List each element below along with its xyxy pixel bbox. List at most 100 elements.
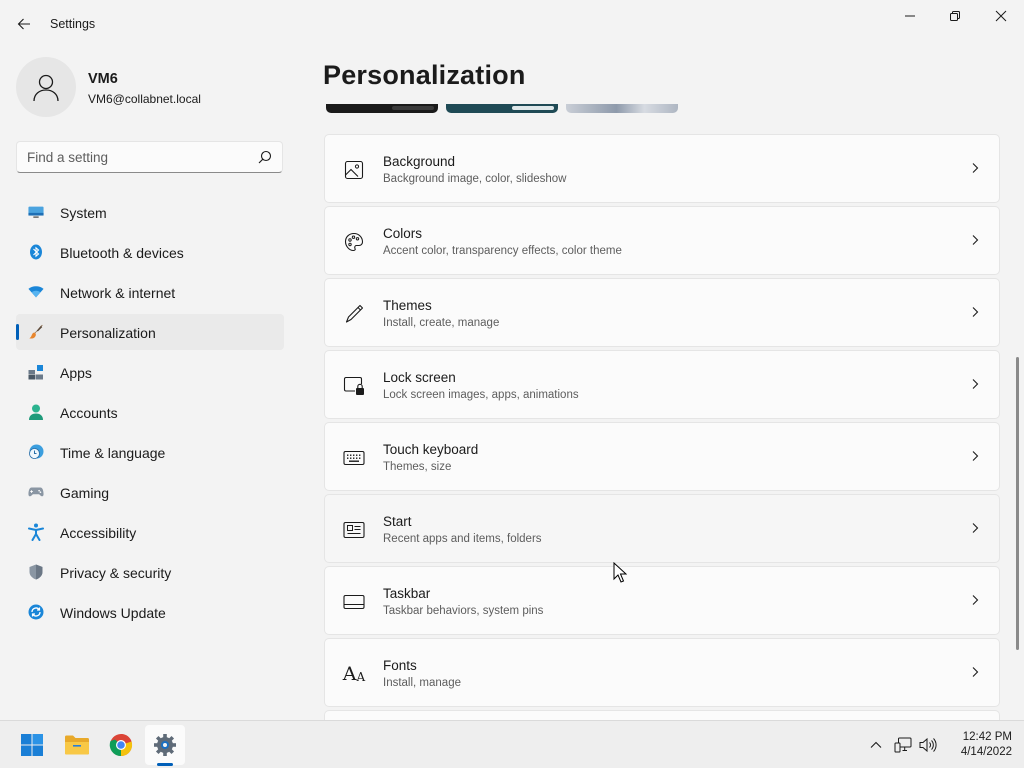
card-colors[interactable]: Colors Accent color, transparency effect… xyxy=(324,206,1000,275)
card-subtitle: Background image, color, slideshow xyxy=(383,173,567,185)
shield-icon xyxy=(28,564,44,580)
chrome-icon xyxy=(109,733,133,757)
volume-tray-button[interactable] xyxy=(918,735,938,755)
search-input[interactable] xyxy=(17,142,247,172)
close-button[interactable] xyxy=(978,0,1024,32)
active-app-indicator xyxy=(157,763,173,766)
back-button[interactable] xyxy=(10,10,38,38)
chrome-button[interactable] xyxy=(101,725,141,765)
card-subtitle: Themes, size xyxy=(383,461,452,473)
folder-icon xyxy=(65,735,89,755)
clock-date: 4/14/2022 xyxy=(960,746,1012,758)
windows-logo-icon xyxy=(21,734,43,756)
start-button[interactable] xyxy=(12,725,52,765)
chevron-up-icon xyxy=(870,741,882,748)
sidebar-item-personalization[interactable]: Personalization xyxy=(16,314,284,350)
sidebar-item-bluetooth[interactable]: Bluetooth & devices xyxy=(16,234,284,270)
avatar[interactable] xyxy=(16,57,76,117)
update-icon xyxy=(28,604,44,620)
card-taskbar[interactable]: Taskbar Taskbar behaviors, system pins xyxy=(324,566,1000,635)
speaker-icon xyxy=(919,737,937,753)
card-title: Lock screen xyxy=(383,370,456,385)
card-title: Colors xyxy=(383,226,423,241)
chevron-right-icon xyxy=(972,307,979,317)
card-title: Start xyxy=(383,514,412,529)
fonts-icon: AA xyxy=(343,663,365,685)
file-explorer-button[interactable] xyxy=(57,725,97,765)
app-title: Settings xyxy=(50,17,96,31)
palette-icon xyxy=(343,231,365,253)
minimize-icon xyxy=(905,15,915,17)
chevron-right-icon xyxy=(972,667,979,677)
search-icon[interactable] xyxy=(258,150,272,164)
chevron-right-icon xyxy=(972,163,979,173)
restore-icon xyxy=(950,11,960,21)
time-language-icon xyxy=(28,444,44,460)
chevron-right-icon xyxy=(972,595,979,605)
sidebar-item-gaming[interactable]: Gaming xyxy=(16,474,284,510)
sidebar-item-label: Time & language xyxy=(60,445,166,461)
card-lock-screen[interactable]: Lock screen Lock screen images, apps, an… xyxy=(324,350,1000,419)
sidebar-item-label: Gaming xyxy=(60,485,110,501)
user-name: VM6 xyxy=(88,71,118,87)
sidebar-item-accessibility[interactable]: Accessibility xyxy=(16,514,284,550)
sidebar-item-label: Accessibility xyxy=(60,525,137,541)
restore-button[interactable] xyxy=(932,0,978,32)
user-icon xyxy=(33,74,59,102)
theme-thumbnail[interactable] xyxy=(446,104,558,113)
sidebar-item-label: Accounts xyxy=(60,405,118,421)
image-icon xyxy=(343,159,365,181)
chevron-right-icon xyxy=(972,379,979,389)
card-title: Touch keyboard xyxy=(383,442,479,457)
card-next-partial[interactable] xyxy=(324,710,1000,720)
card-subtitle: Lock screen images, apps, animations xyxy=(383,389,579,401)
card-background[interactable]: Background Background image, color, slid… xyxy=(324,134,1000,203)
sidebar-item-apps[interactable]: Apps xyxy=(16,354,284,390)
pen-icon xyxy=(343,303,365,325)
theme-thumbnail[interactable] xyxy=(326,104,438,113)
sidebar-item-label: Apps xyxy=(60,365,92,381)
card-title: Taskbar xyxy=(383,586,431,601)
sidebar-item-windows-update[interactable]: Windows Update xyxy=(16,594,284,630)
card-subtitle: Taskbar behaviors, system pins xyxy=(383,605,544,617)
wifi-icon xyxy=(28,284,44,300)
card-subtitle: Install, create, manage xyxy=(383,317,500,329)
chevron-right-icon xyxy=(972,451,979,461)
card-fonts[interactable]: AA Fonts Install, manage xyxy=(324,638,1000,707)
theme-thumbnail[interactable] xyxy=(566,104,678,113)
taskbar-clock[interactable]: 12:42 PM 4/14/2022 xyxy=(942,730,1012,760)
taskbar-icon xyxy=(343,591,365,613)
sidebar-item-privacy[interactable]: Privacy & security xyxy=(16,554,284,590)
sidebar-item-accounts[interactable]: Accounts xyxy=(16,394,284,430)
settings-taskbar-button[interactable] xyxy=(145,725,185,765)
show-hidden-icons-button[interactable] xyxy=(866,735,886,755)
scrollbar-thumb[interactable] xyxy=(1016,357,1019,650)
card-title: Themes xyxy=(383,298,432,313)
minimize-button[interactable] xyxy=(887,0,933,32)
keyboard-icon xyxy=(343,447,365,469)
network-tray-button[interactable] xyxy=(893,735,913,755)
system-icon xyxy=(28,204,44,220)
sidebar-item-label: Privacy & security xyxy=(60,565,172,581)
fonts-icon-glyph: A xyxy=(342,663,357,685)
sidebar-item-label: System xyxy=(60,205,107,221)
lock-screen-icon xyxy=(343,375,365,397)
card-themes[interactable]: Themes Install, create, manage xyxy=(324,278,1000,347)
taskbar xyxy=(0,720,1024,768)
sidebar-item-label: Windows Update xyxy=(60,605,166,621)
sidebar-item-time-language[interactable]: Time & language xyxy=(16,434,284,470)
page-title: Personalization xyxy=(323,60,526,90)
card-touch-keyboard[interactable]: Touch keyboard Themes, size xyxy=(324,422,1000,491)
sidebar-item-network[interactable]: Network & internet xyxy=(16,274,284,310)
accessibility-icon xyxy=(28,523,44,541)
sidebar-item-label: Personalization xyxy=(60,325,156,341)
card-subtitle: Recent apps and items, folders xyxy=(383,533,542,545)
settings-card-list: Background Background image, color, slid… xyxy=(324,134,1000,723)
card-start[interactable]: Start Recent apps and items, folders xyxy=(324,494,1000,563)
sidebar-nav: System Bluetooth & devices Network & int… xyxy=(16,194,284,634)
search-box[interactable] xyxy=(16,141,283,173)
sidebar-item-label: Bluetooth & devices xyxy=(60,245,184,261)
title-bar: Settings xyxy=(0,0,1024,48)
sidebar-item-system[interactable]: System xyxy=(16,194,284,230)
sidebar-item-label: Network & internet xyxy=(60,285,176,301)
